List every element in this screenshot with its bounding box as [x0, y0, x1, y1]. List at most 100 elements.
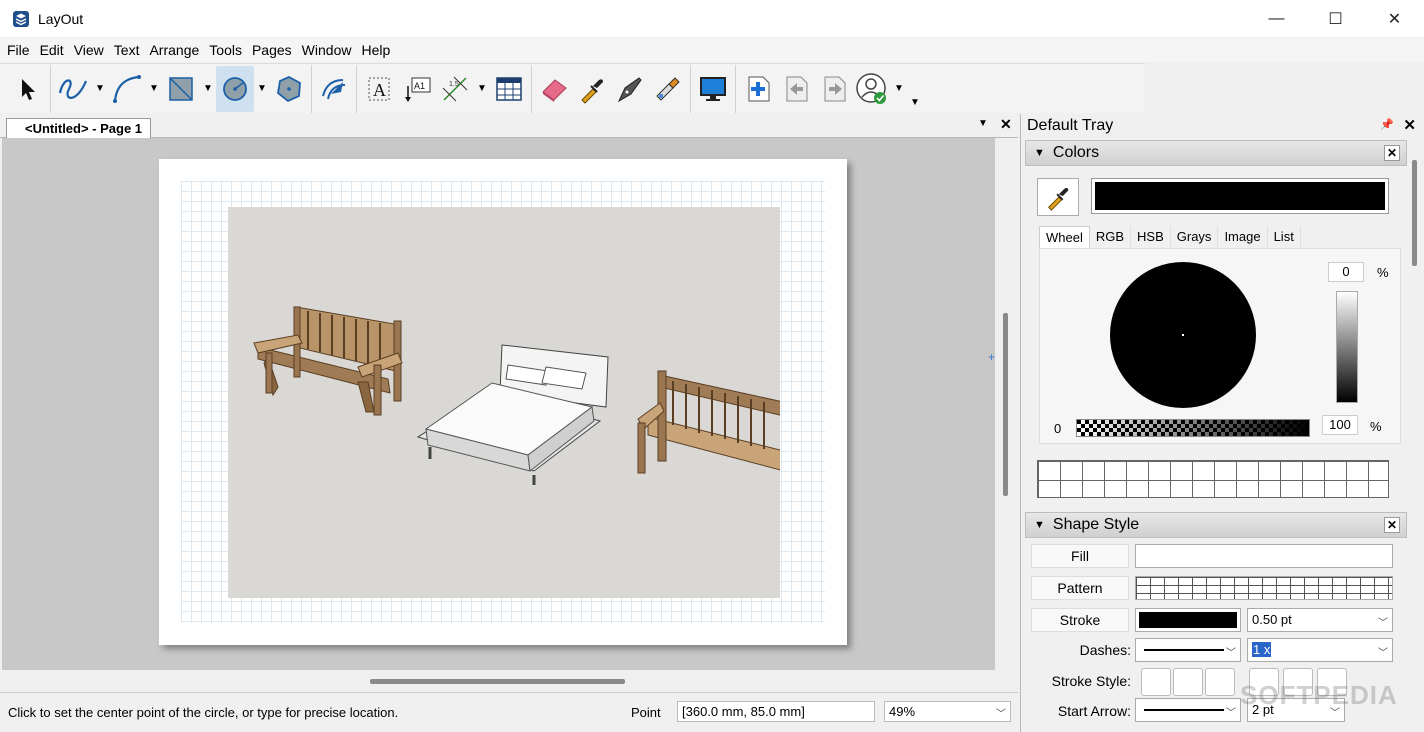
- close-tray-icon[interactable]: ✕: [1403, 116, 1416, 134]
- dash-pattern-select[interactable]: ﹀: [1135, 638, 1241, 662]
- join-tool-button[interactable]: [649, 66, 687, 112]
- tab-image[interactable]: Image: [1218, 226, 1268, 248]
- menu-arrange[interactable]: Arrange: [144, 38, 204, 62]
- opacity-value-input[interactable]: 100: [1322, 415, 1358, 435]
- menu-edit[interactable]: Edit: [35, 38, 69, 62]
- colors-panel-header[interactable]: ▼ Colors ✕: [1025, 140, 1407, 166]
- offset-group: [312, 64, 357, 113]
- brightness-slider[interactable]: [1336, 291, 1358, 403]
- stroke-color-swatch[interactable]: [1135, 608, 1241, 632]
- account-dropdown[interactable]: ▼: [891, 66, 907, 112]
- account-button[interactable]: [853, 66, 891, 112]
- drawing-canvas[interactable]: +: [2, 138, 995, 670]
- status-bar: Click to set the center point of the cir…: [0, 692, 1018, 732]
- table-tool-button[interactable]: [490, 66, 528, 112]
- tab-rgb[interactable]: RGB: [1089, 226, 1132, 248]
- arc-dropdown[interactable]: ▼: [146, 66, 162, 112]
- offset-tool-button[interactable]: [315, 66, 353, 112]
- close-shape-style-panel-icon[interactable]: ✕: [1384, 517, 1400, 533]
- menu-pages[interactable]: Pages: [247, 38, 297, 62]
- circle-dropdown[interactable]: ▼: [254, 66, 270, 112]
- menu-text[interactable]: Text: [109, 38, 145, 62]
- opacity-slider[interactable]: [1076, 419, 1310, 437]
- dimension-dropdown[interactable]: ▼: [474, 66, 490, 112]
- sketchup-model-viewport[interactable]: [228, 207, 780, 598]
- minimize-button[interactable]: —: [1247, 0, 1306, 38]
- page[interactable]: [159, 159, 847, 645]
- dash-scale-select[interactable]: 1 x ﹀: [1247, 638, 1393, 662]
- shape-style-panel-header[interactable]: ▼ Shape Style ✕: [1025, 512, 1407, 538]
- color-wheel[interactable]: [1110, 262, 1256, 408]
- close-document-icon[interactable]: ✕: [1000, 116, 1012, 133]
- select-tool-button[interactable]: [9, 66, 47, 112]
- tab-hsb[interactable]: HSB: [1131, 226, 1171, 248]
- canvas-vertical-scrollbar[interactable]: [995, 138, 1017, 690]
- stroke-width-select[interactable]: 0.50 pt ﹀: [1247, 608, 1393, 632]
- fill-toggle-button[interactable]: Fill: [1031, 544, 1129, 568]
- color-eyedropper-button[interactable]: [1037, 178, 1079, 216]
- cap-round-button[interactable]: [1173, 668, 1203, 696]
- vertical-scroll-thumb[interactable]: [1003, 313, 1008, 496]
- measurements-input[interactable]: [360.0 mm, 85.0 mm]: [677, 701, 875, 722]
- tab-list[interactable]: List: [1267, 226, 1301, 248]
- svg-text:1.5: 1.5: [449, 81, 459, 88]
- softpedia-watermark: SOFTPEDIA: [1240, 680, 1398, 710]
- previous-page-button[interactable]: [777, 66, 815, 112]
- solid-line-sample: [1144, 649, 1224, 651]
- pin-icon[interactable]: 📌: [1380, 118, 1394, 131]
- canvas-horizontal-scrollbar[interactable]: [2, 670, 995, 690]
- arrow-cursor-icon: [22, 78, 35, 100]
- menu-help[interactable]: Help: [356, 38, 395, 62]
- add-page-button[interactable]: [739, 66, 777, 112]
- freehand-dropdown[interactable]: ▼: [92, 66, 108, 112]
- tab-grays[interactable]: Grays: [1170, 226, 1219, 248]
- menu-tools[interactable]: Tools: [204, 38, 247, 62]
- eraser-tool-button[interactable]: [535, 66, 573, 112]
- arc-tool-button[interactable]: [108, 66, 146, 112]
- tray-scroll-thumb[interactable]: [1412, 160, 1417, 266]
- cap-flat-button[interactable]: [1141, 668, 1171, 696]
- document-tab[interactable]: <Untitled> - Page 1: [6, 118, 152, 138]
- custom-color-swatches[interactable]: [1037, 460, 1389, 498]
- next-page-button[interactable]: [815, 66, 853, 112]
- opacity-min-label: 0: [1054, 421, 1062, 436]
- rectangle-dropdown[interactable]: ▼: [200, 66, 216, 112]
- cap-square-button[interactable]: [1205, 668, 1235, 696]
- label-tool-button[interactable]: A1: [398, 66, 436, 112]
- menu-window[interactable]: Window: [297, 38, 357, 62]
- text-tool-button[interactable]: A: [360, 66, 398, 112]
- start-arrow-select[interactable]: ﹀: [1135, 698, 1241, 722]
- horizontal-scroll-thumb[interactable]: [370, 679, 625, 684]
- circle-tool-button[interactable]: [216, 65, 254, 112]
- brightness-value-input[interactable]: 0: [1328, 262, 1364, 282]
- polygon-tool-button[interactable]: [270, 66, 308, 112]
- split-tool-button[interactable]: [611, 66, 649, 112]
- furniture-model-render: [253, 306, 780, 485]
- current-color-swatch[interactable]: [1091, 178, 1389, 214]
- maximize-button[interactable]: ☐: [1306, 0, 1365, 38]
- status-message: Click to set the center point of the cir…: [8, 705, 399, 720]
- menu-view[interactable]: View: [69, 38, 109, 62]
- pattern-toggle-button[interactable]: Pattern: [1031, 576, 1129, 600]
- rectangle-tool-button[interactable]: [162, 66, 200, 112]
- dimension-tool-button[interactable]: 1.5: [436, 66, 474, 112]
- tab-wheel[interactable]: Wheel: [1039, 226, 1090, 248]
- presentation-group: [691, 64, 736, 113]
- chevron-down-icon: ﹀: [1378, 648, 1388, 659]
- toolbar-overflow[interactable]: ▼: [907, 66, 923, 112]
- freehand-tool-button[interactable]: [54, 66, 92, 112]
- zoom-select[interactable]: 49% ﹀: [884, 701, 1011, 722]
- pattern-swatch[interactable]: [1135, 576, 1393, 600]
- fill-color-swatch[interactable]: [1135, 544, 1393, 568]
- menu-file[interactable]: File: [2, 38, 35, 62]
- bed-model: [416, 344, 609, 485]
- stroke-toggle-button[interactable]: Stroke: [1031, 608, 1129, 632]
- start-presentation-button[interactable]: [694, 66, 732, 112]
- add-page-icon: [748, 76, 770, 101]
- close-colors-panel-icon[interactable]: ✕: [1384, 145, 1400, 161]
- tab-list-chevron-icon[interactable]: ▼: [978, 118, 988, 129]
- close-button[interactable]: ✕: [1365, 0, 1424, 38]
- color-wheel-pane: 0 % 0 100 %: [1039, 248, 1401, 444]
- style-tool-button[interactable]: [573, 66, 611, 112]
- tray-vertical-scrollbar[interactable]: [1409, 154, 1421, 729]
